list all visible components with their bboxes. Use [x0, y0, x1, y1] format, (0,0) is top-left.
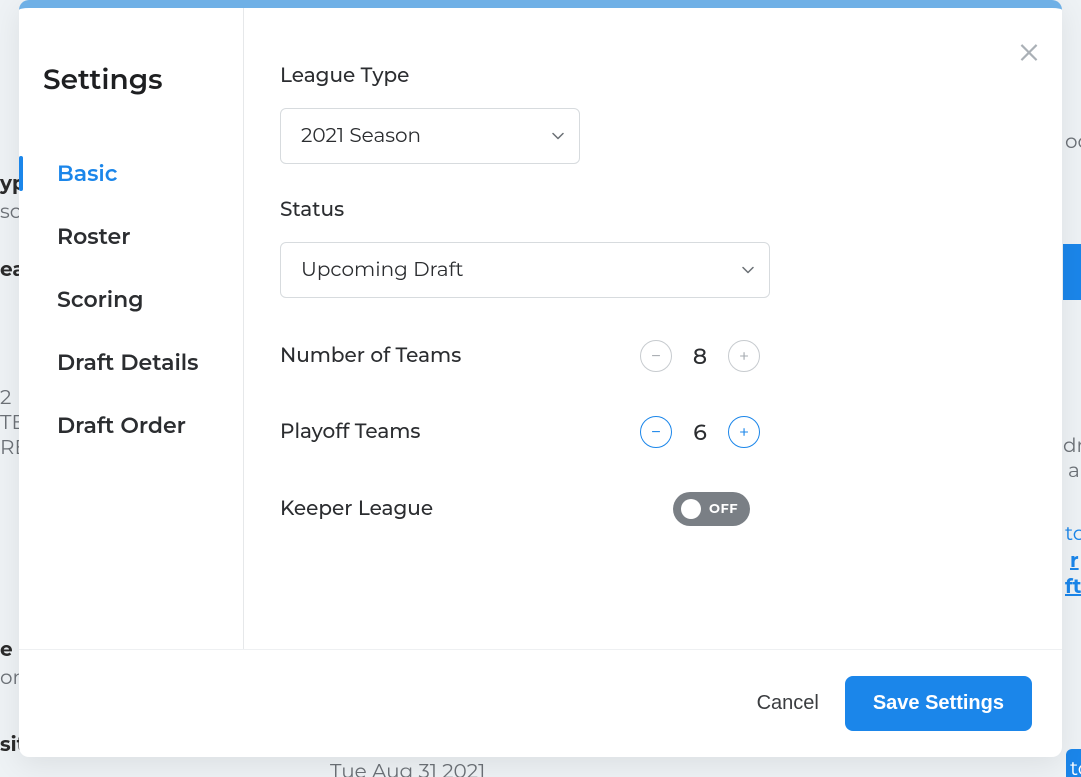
settings-modal: Settings Basic Roster Scoring Draft Deta… — [19, 0, 1062, 757]
keeper-league-label: Keeper League — [280, 497, 433, 521]
playoff-teams-value: 6 — [692, 419, 708, 446]
status-value: Upcoming Draft — [301, 258, 464, 282]
status-label: Status — [280, 198, 1026, 222]
playoff-teams-decrement-button[interactable]: − — [640, 416, 672, 448]
save-settings-button[interactable]: Save Settings — [845, 676, 1032, 731]
number-of-teams-stepper: − 8 + — [640, 340, 760, 372]
tab-draft-details[interactable]: Draft Details — [19, 331, 243, 394]
keeper-league-toggle[interactable]: OFF — [673, 492, 750, 526]
num-teams-value: 8 — [692, 343, 708, 370]
league-type-value: 2021 Season — [301, 124, 421, 148]
plus-icon: + — [739, 423, 749, 441]
chevron-down-icon — [552, 130, 564, 142]
playoff-teams-label: Playoff Teams — [280, 420, 480, 444]
playoff-teams-increment-button[interactable]: + — [728, 416, 760, 448]
toggle-knob — [681, 499, 701, 519]
chevron-down-icon — [742, 264, 754, 276]
tab-basic[interactable]: Basic — [19, 142, 243, 205]
minus-icon: − — [651, 347, 661, 365]
number-of-teams-label: Number of Teams — [280, 344, 480, 368]
modal-body: Settings Basic Roster Scoring Draft Deta… — [19, 8, 1062, 649]
close-button[interactable] — [1016, 38, 1042, 69]
plus-icon: + — [739, 347, 749, 365]
tab-draft-order[interactable]: Draft Order — [19, 394, 243, 457]
bg-text: Tue Aug 31 2021 — [330, 760, 485, 777]
close-icon — [1016, 50, 1042, 69]
bg-text: dr — [1063, 434, 1081, 458]
num-teams-increment-button[interactable]: + — [728, 340, 760, 372]
settings-form: League Type 2021 Season Status Upcoming … — [244, 8, 1062, 649]
tab-scoring[interactable]: Scoring — [19, 268, 243, 331]
bg-text: a — [1068, 459, 1080, 483]
bg-text: 2 — [0, 386, 11, 410]
playoff-teams-stepper: − 6 + — [640, 416, 760, 448]
num-teams-decrement-button[interactable]: − — [640, 340, 672, 372]
modal-title: Settings — [19, 38, 243, 142]
cancel-button[interactable]: Cancel — [757, 692, 819, 715]
bg-text: to — [1065, 522, 1081, 546]
bg-text: oo — [1065, 130, 1081, 154]
settings-sidebar: Settings Basic Roster Scoring Draft Deta… — [19, 8, 244, 649]
bg-text: r — [1070, 549, 1079, 573]
bg-text: e — [0, 638, 13, 662]
minus-icon: − — [651, 423, 661, 441]
field-league-type: League Type 2021 Season — [280, 64, 1026, 164]
field-number-of-teams: Number of Teams − 8 + — [280, 340, 1026, 372]
toggle-state-label: OFF — [709, 501, 738, 517]
field-keeper-league: Keeper League OFF — [280, 492, 1026, 526]
modal-footer: Cancel Save Settings — [19, 649, 1062, 757]
field-status: Status Upcoming Draft — [280, 198, 1026, 298]
field-playoff-teams: Playoff Teams − 6 + — [280, 416, 1026, 448]
league-type-select[interactable]: 2021 Season — [280, 108, 580, 164]
bg-text: ft — [1065, 575, 1081, 599]
status-select[interactable]: Upcoming Draft — [280, 242, 770, 298]
league-type-label: League Type — [280, 64, 1026, 88]
bg-text: to — [1066, 749, 1081, 777]
tab-roster[interactable]: Roster — [19, 205, 243, 268]
